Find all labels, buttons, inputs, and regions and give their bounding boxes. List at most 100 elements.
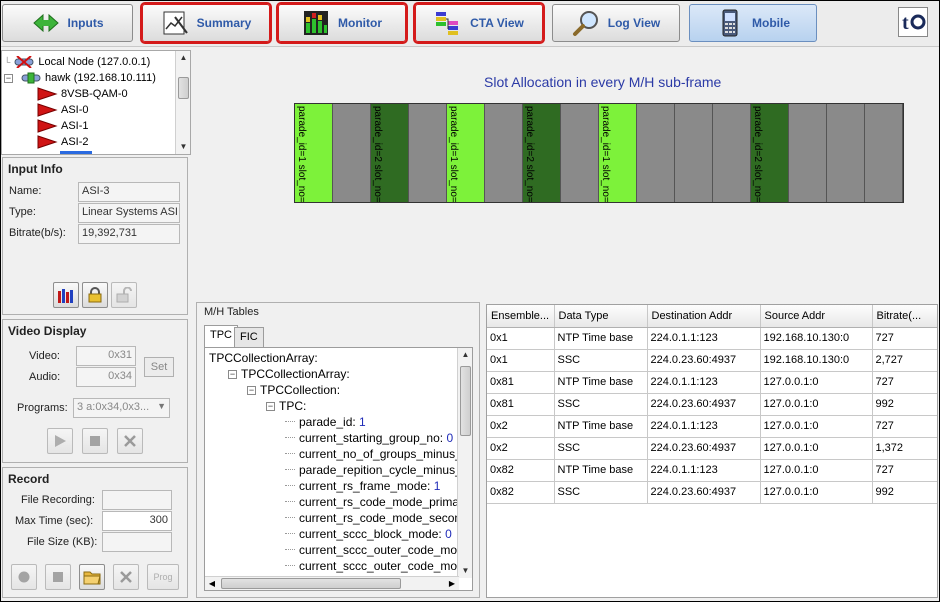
tpc-tree-row[interactable]: current_starting_group_no: 0 [285, 430, 453, 446]
file-size-field[interactable] [102, 532, 172, 552]
open-folder-button[interactable] [79, 564, 105, 590]
set-button[interactable]: Set [144, 357, 174, 377]
slot-label: parade_id=2 slot_no=12 [752, 106, 763, 202]
unlock-button[interactable] [111, 282, 137, 308]
log-view-button[interactable]: Log View [552, 4, 680, 42]
prog-button[interactable]: Prog [147, 564, 179, 590]
scroll-thumb[interactable] [221, 578, 401, 589]
collapse-toggle[interactable]: − [228, 370, 237, 379]
stop-record-button[interactable] [45, 564, 71, 590]
slot-9 [637, 104, 675, 202]
tpc-tree-row[interactable]: current_rs_code_mode_secon [285, 510, 461, 526]
mobile-button[interactable]: Mobile [689, 4, 817, 42]
tpc-field-name: current_starting_group_no: [299, 431, 447, 445]
video-pid-field[interactable]: 0x31 [76, 346, 136, 366]
close-video-button[interactable] [117, 428, 143, 454]
tpc-tree-row[interactable]: current_rs_code_mode_prima [285, 494, 459, 510]
scroll-thumb[interactable] [178, 77, 189, 99]
tab-tpc[interactable]: TPC [204, 325, 238, 347]
tpc-tree-row[interactable]: current_rs_frame_mode: 1 [285, 478, 440, 494]
close-record-button[interactable] [113, 564, 139, 590]
audio-pid-field[interactable]: 0x34 [76, 367, 136, 387]
table-row[interactable]: 0x1 SSC 224.0.23.60:4937 192.168.10.130:0 2,… [487, 349, 937, 372]
column-header[interactable]: Source Addr [760, 305, 873, 328]
programs-select[interactable]: 3 a:0x34,0x3... ▼ [73, 398, 170, 418]
stop-button[interactable] [82, 428, 108, 454]
tpc-tree-row[interactable]: current_sccc_outer_code_moc [285, 558, 463, 574]
slot-0: parade_id=1 slot_no=0 [295, 104, 333, 202]
tpc-tree-row[interactable]: − TPCCollection: [247, 382, 340, 398]
tab-fic[interactable]: FIC [234, 327, 264, 347]
node-disconnected-icon [14, 56, 34, 68]
collapse-toggle[interactable]: − [4, 73, 13, 83]
play-button[interactable] [47, 428, 73, 454]
scroll-up-icon[interactable]: ▲ [458, 348, 472, 362]
tree-line [285, 469, 295, 470]
tree-line [285, 453, 295, 454]
tree-item-hawk[interactable]: − hawk (192.168.10.111) [4, 70, 156, 86]
tree-item-local-node[interactable]: └ Local Node (127.0.0.1) [4, 54, 150, 70]
app-logo: t [898, 7, 928, 37]
table-row[interactable]: 0x82 SSC 224.0.23.60:4937 127.0.0.1:0 992 [487, 481, 937, 504]
tree-item-asi-0[interactable]: ASI-0 [36, 102, 89, 118]
table-cell: 224.0.23.60:4937 [647, 349, 761, 372]
scroll-down-icon[interactable]: ▼ [458, 564, 472, 578]
tpc-tree-row[interactable]: current_sccc_block_mode: 0 [285, 526, 452, 542]
stop-icon [53, 572, 63, 582]
slot-3 [409, 104, 447, 202]
tpc-tree-row[interactable]: TPCCollectionArray: [209, 350, 318, 366]
collapse-toggle[interactable]: − [266, 402, 275, 411]
scroll-up-icon[interactable]: ▲ [176, 51, 190, 65]
mh-tables-title: M/H Tables [204, 306, 259, 318]
file-recording-label: File Recording: [21, 494, 95, 506]
inputs-button[interactable]: Inputs [2, 4, 133, 42]
file-recording-field[interactable] [102, 490, 172, 510]
lock-button[interactable] [82, 282, 108, 308]
column-header[interactable]: Bitrate(... [872, 305, 937, 328]
cta-view-button[interactable]: CTA View [413, 2, 545, 44]
scroll-down-icon[interactable]: ▼ [176, 140, 190, 154]
tpc-tree-row[interactable]: − TPCCollectionArray: [228, 366, 350, 382]
column-header[interactable]: Ensemble... [487, 305, 555, 328]
bitrate-chart-button[interactable] [53, 282, 79, 308]
tree-item-asi-1[interactable]: ASI-1 [36, 118, 89, 134]
column-header[interactable]: Data Type [554, 305, 648, 328]
table-row[interactable]: 0x1 NTP Time base 224.0.1.1:123 192.168.10.… [487, 327, 937, 350]
tree-item-asi-2[interactable]: ASI-2 [36, 134, 89, 150]
collapse-toggle[interactable]: − [247, 386, 256, 395]
max-time-field[interactable]: 300 [102, 511, 172, 531]
table-row[interactable]: 0x2 SSC 224.0.23.60:4937 127.0.0.1:0 1,372 [487, 437, 937, 460]
tpc-tree-vscrollbar[interactable]: ▲ ▼ [457, 348, 472, 578]
scroll-left-icon[interactable]: ◀ [205, 577, 219, 590]
close-icon [120, 571, 132, 583]
tree-item-8vsb[interactable]: 8VSB-QAM-0 [36, 86, 128, 102]
tpc-tree-hscrollbar[interactable]: ◀ ▶ [205, 576, 459, 590]
input-arrow-icon [37, 103, 58, 117]
tpc-tree-row[interactable]: parade_id: 1 [285, 414, 366, 430]
tpc-tree[interactable]: TPCCollectionArray: − TPCCollectionArray: −… [204, 347, 473, 591]
monitor-button[interactable]: Monitor [276, 2, 408, 44]
tpc-field-name: parade_id: [299, 415, 360, 429]
tpc-tree-row[interactable]: − TPC: [266, 398, 306, 414]
tree-scrollbar[interactable]: ▲ ▼ [175, 51, 190, 154]
tpc-tree-row[interactable]: current_sccc_outer_code_moc [285, 542, 463, 558]
tpc-field-value: 1 [359, 415, 366, 429]
table-row[interactable]: 0x82 NTP Time base 224.0.1.1:123 127.0.0.1:… [487, 459, 937, 482]
column-header[interactable]: Destination Addr [647, 305, 761, 328]
tpc-field-name: parade_repition_cycle_minus_ [299, 463, 462, 477]
table-cell: 192.168.10.130:0 [760, 349, 873, 372]
tpc-tree-row[interactable]: current_no_of_groups_minus_ [285, 446, 462, 462]
table-row[interactable]: 0x81 NTP Time base 224.0.1.1:123 127.0.0.1:… [487, 371, 937, 394]
tree-line [285, 565, 295, 566]
scroll-right-icon[interactable]: ▶ [445, 577, 459, 590]
table-row[interactable]: 0x2 NTP Time base 224.0.1.1:123 127.0.0.1:0… [487, 415, 937, 438]
scroll-thumb[interactable] [460, 366, 471, 436]
source-tree[interactable]: └ Local Node (127.0.0.1) − hawk (192.168… [1, 50, 191, 155]
selection-indicator [60, 151, 92, 154]
record-button[interactable] [11, 564, 37, 590]
tpc-tree-row[interactable]: parade_repition_cycle_minus_ [285, 462, 462, 478]
table-row[interactable]: 0x81 SSC 224.0.23.60:4937 127.0.0.1:0 992 [487, 393, 937, 416]
table-cell: 0x1 [487, 349, 555, 372]
summary-button[interactable]: Summary [140, 2, 272, 44]
table-cell: 0x2 [487, 437, 555, 460]
